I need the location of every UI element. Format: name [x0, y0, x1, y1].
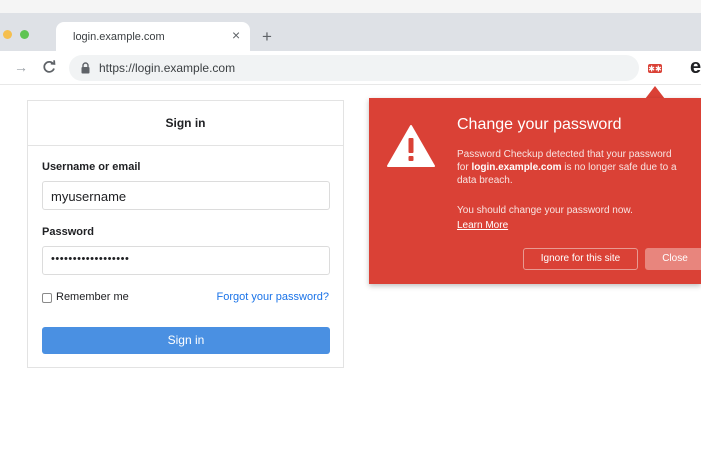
tab-title: login.example.com: [73, 31, 165, 43]
ignore-for-site-button[interactable]: Ignore for this site: [523, 248, 638, 270]
reload-icon[interactable]: [41, 59, 57, 75]
change-password-popup: Change your password Password Checkup de…: [369, 98, 701, 284]
maximize-window-button[interactable]: [20, 30, 29, 39]
password-warning-key-icon[interactable]: ✱✱: [646, 59, 664, 77]
username-input[interactable]: myusername: [42, 181, 330, 210]
popup-message-line-2: for login.example.com is no longer safe …: [457, 162, 677, 173]
warning-icon: [387, 125, 435, 167]
password-label: Password: [42, 226, 94, 238]
password-value: ••••••••••••••••••: [51, 253, 130, 265]
forgot-password-link[interactable]: Forgot your password?: [217, 291, 330, 303]
remember-me-checkbox[interactable]: [42, 293, 52, 303]
new-tab-button[interactable]: +: [262, 28, 272, 45]
window-top: [0, 0, 701, 13]
username-label: Username or email: [42, 161, 141, 173]
popup-advice: You should change your password now.: [457, 205, 633, 216]
signin-button[interactable]: Sign in: [42, 327, 330, 354]
popup-message-line-3: data breach.: [457, 175, 513, 186]
popup-title: Change your password: [457, 116, 622, 133]
username-value: myusername: [51, 189, 127, 204]
profile-avatar[interactable]: e: [690, 57, 701, 77]
remember-me-label[interactable]: Remember me: [56, 291, 129, 303]
close-icon[interactable]: ×: [232, 28, 240, 42]
minimize-window-button[interactable]: [3, 30, 12, 39]
browser-window: login.example.com × + → https://login.ex…: [0, 0, 701, 466]
breached-domain: login.example.com: [471, 162, 562, 173]
learn-more-link[interactable]: Learn More: [457, 220, 508, 231]
address-bar[interactable]: https://login.example.com: [69, 55, 639, 81]
signin-card-header: Sign in: [28, 101, 343, 146]
signin-title: Sign in: [165, 116, 206, 130]
signin-card: Sign in Username or email myusername Pas…: [27, 100, 344, 368]
password-input[interactable]: ••••••••••••••••••: [42, 246, 330, 275]
forward-arrow-icon[interactable]: →: [14, 59, 28, 75]
browser-toolbar: → https://login.example.com ✱✱ e: [0, 51, 701, 85]
close-popup-button[interactable]: Close: [645, 248, 701, 270]
browser-tab[interactable]: login.example.com ×: [56, 22, 250, 51]
url-text: https://login.example.com: [99, 61, 236, 75]
popup-message-line-1: Password Checkup detected that your pass…: [457, 149, 672, 160]
lock-icon: [81, 62, 90, 74]
svg-text:✱✱: ✱✱: [648, 65, 662, 74]
